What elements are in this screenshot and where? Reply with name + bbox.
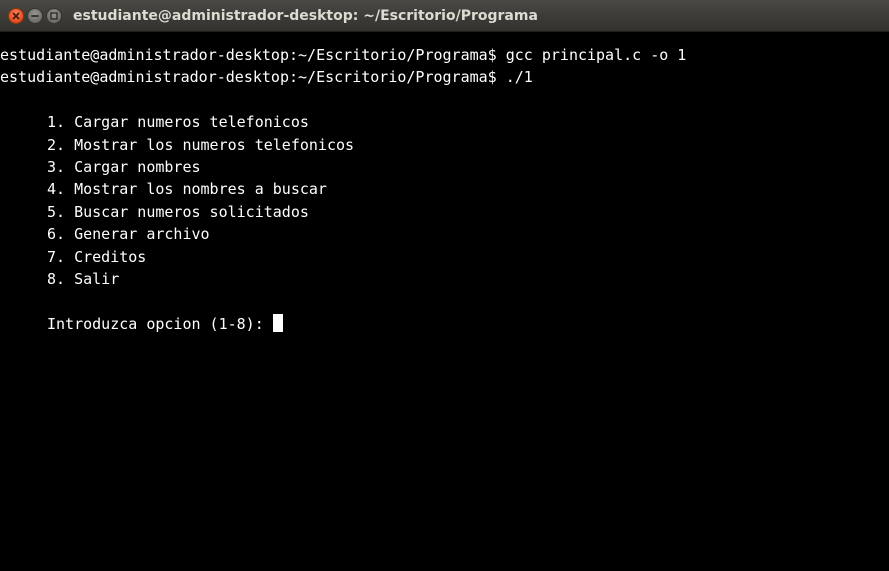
menu-option: 8. Salir: [47, 269, 120, 288]
menu-option: 2. Mostrar los numeros telefonicos: [47, 135, 355, 154]
close-icon: [12, 12, 20, 20]
menu-option: 6. Generar archivo: [47, 225, 210, 244]
text-cursor: [272, 313, 283, 332]
maximize-button[interactable]: [46, 8, 62, 24]
maximize-icon: [50, 12, 58, 20]
window-title: estudiante@administrador-desktop: ~/Escr…: [73, 8, 538, 24]
menu-option: 7. Creditos: [47, 247, 147, 266]
menu-option: 4. Mostrar los nombres a buscar: [47, 180, 327, 199]
input-prompt: Introduzca opcion (1-8):: [47, 314, 264, 333]
menu-option: 5. Buscar numeros solicitados: [47, 202, 309, 221]
menu-option: 1. Cargar numeros telefonicos: [47, 113, 309, 132]
menu-option: 3. Cargar nombres: [47, 157, 201, 176]
terminal-line: estudiante@administrador-desktop:~/Escri…: [0, 68, 533, 87]
minimize-icon: [31, 15, 39, 17]
minimize-button[interactable]: [27, 8, 43, 24]
close-button[interactable]: [8, 8, 24, 24]
title-bar[interactable]: estudiante@administrador-desktop: ~/Escr…: [0, 0, 889, 32]
terminal-output[interactable]: estudiante@administrador-desktop:~/Escri…: [0, 32, 889, 571]
terminal-window: estudiante@administrador-desktop: ~/Escr…: [0, 0, 889, 571]
terminal-line: estudiante@administrador-desktop:~/Escri…: [0, 46, 687, 64]
input-prompt-line[interactable]: Introduzca opcion (1-8):: [0, 313, 889, 335]
